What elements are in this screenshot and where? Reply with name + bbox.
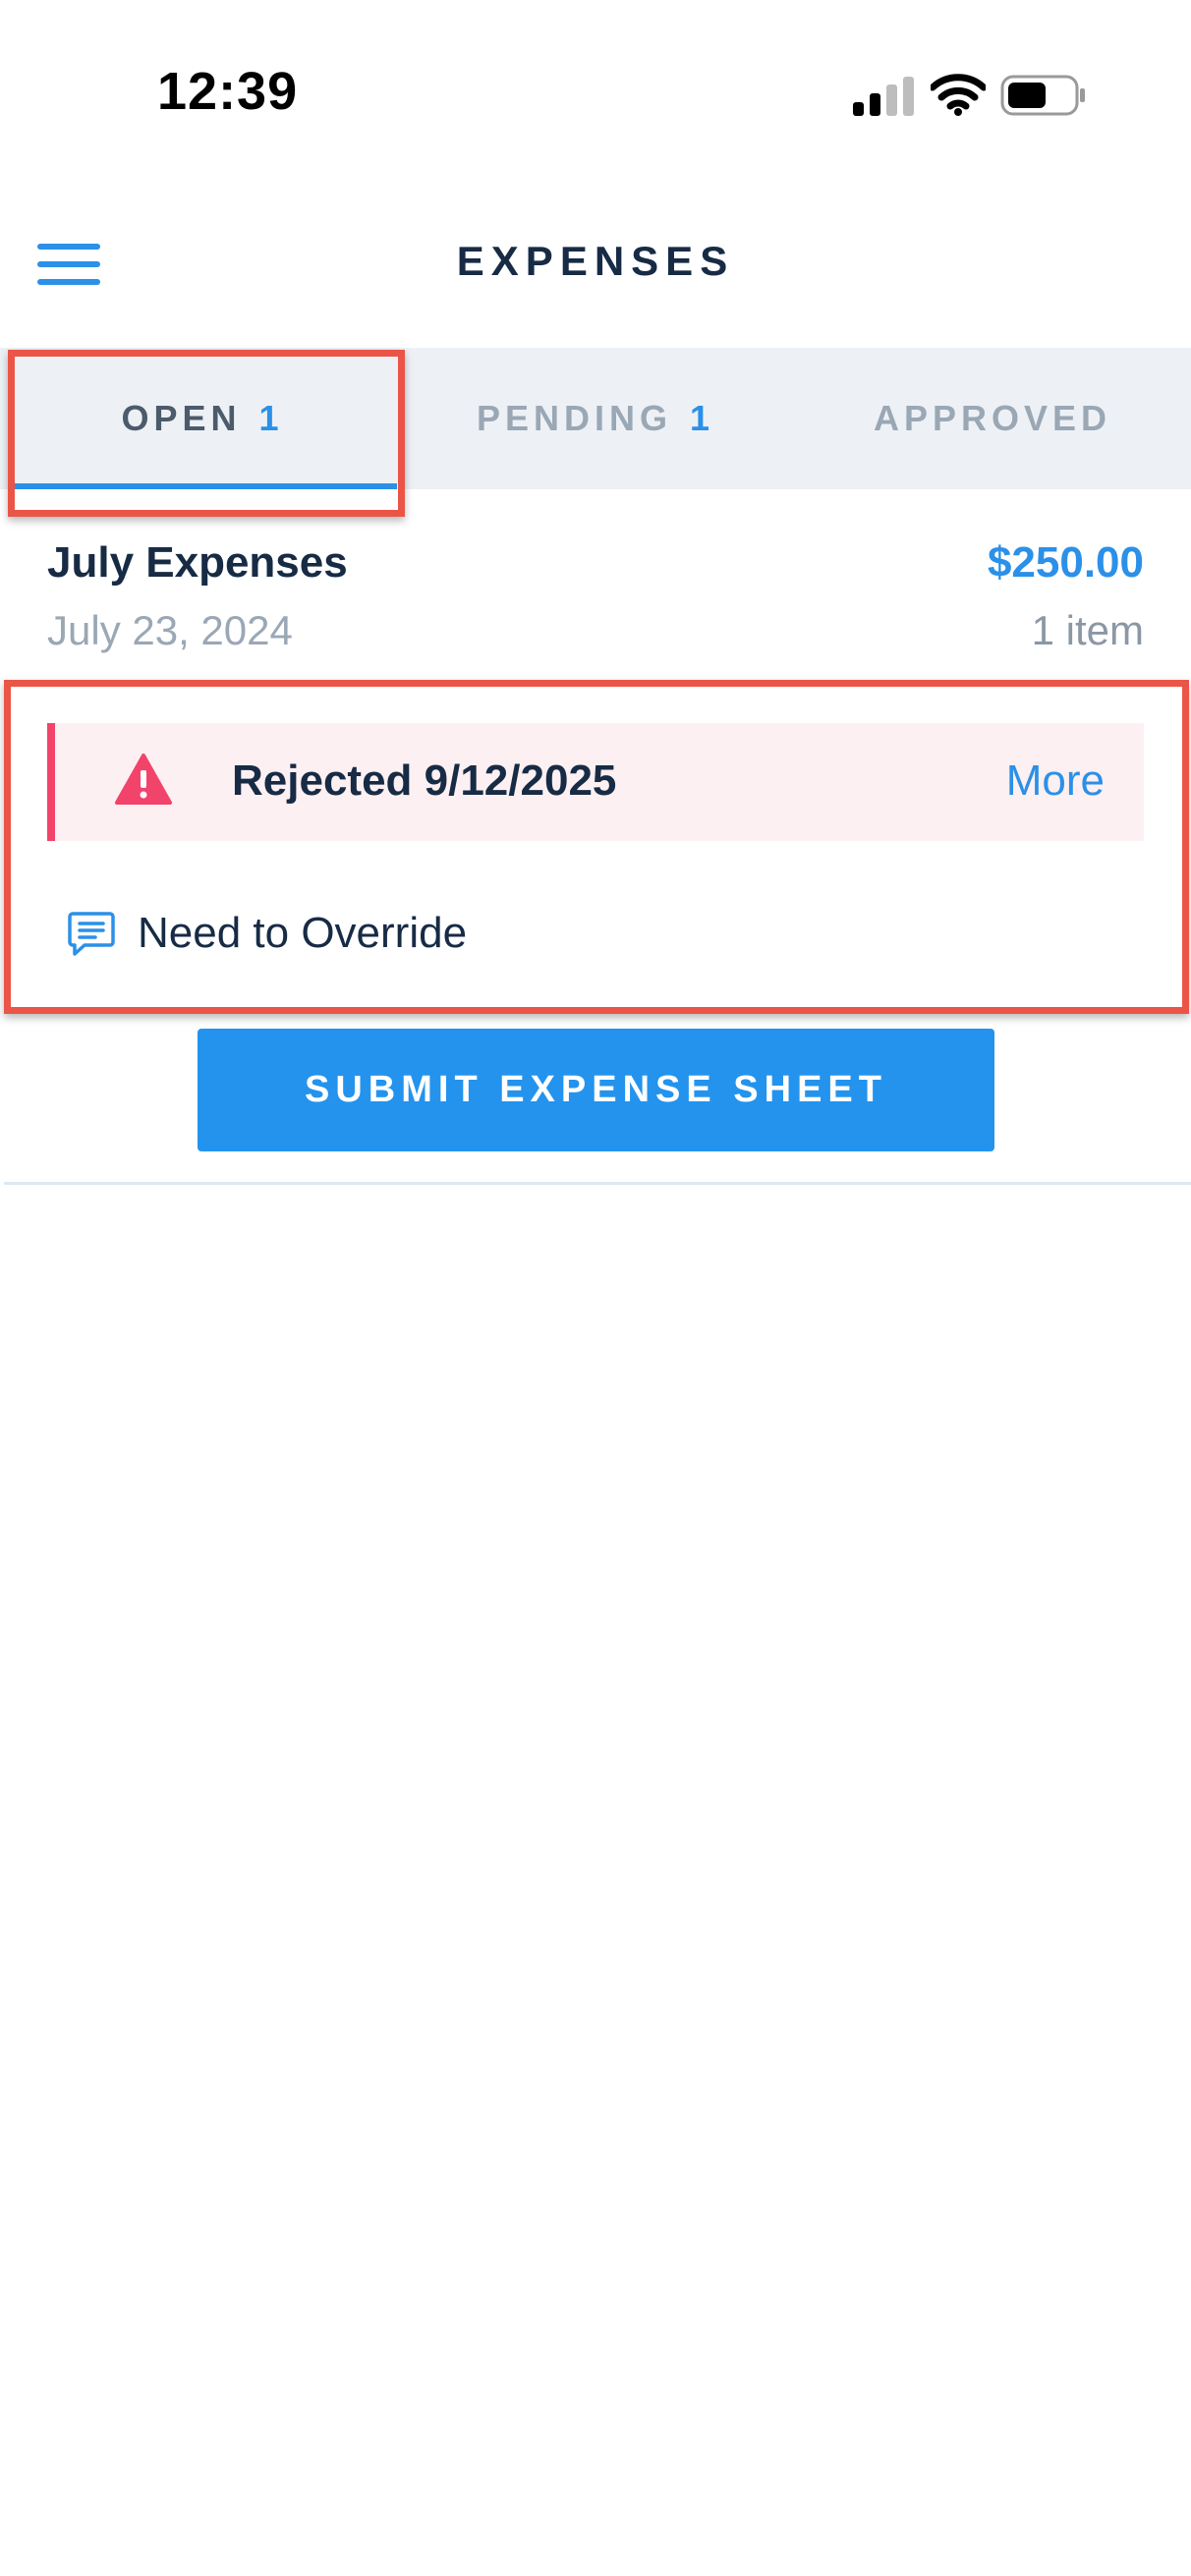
active-tab-indicator [12, 483, 397, 489]
tab-pending[interactable]: PENDING 1 [397, 348, 794, 489]
tab-approved[interactable]: APPROVED [794, 348, 1191, 489]
comment-text: Need to Override [138, 909, 468, 957]
warning-triangle-icon [115, 754, 172, 805]
cellular-signal-icon [853, 77, 914, 116]
expense-sheet-amount: $250.00 [987, 538, 1144, 587]
expense-sheet-name[interactable]: July Expenses [47, 538, 348, 588]
more-link[interactable]: More [1006, 756, 1105, 806]
section-divider [4, 1182, 1191, 1185]
rejection-status: Rejected 9/12/2025 [232, 756, 617, 805]
app-header: EXPENSES [0, 216, 1191, 314]
submit-expense-sheet-button[interactable]: SUBMIT EXPENSE SHEET [198, 1029, 994, 1151]
status-time: 12:39 [157, 62, 299, 121]
wifi-icon [931, 74, 986, 116]
page-title: EXPENSES [456, 238, 735, 284]
tab-approved-label: APPROVED [873, 398, 1112, 438]
chat-bubble-icon [68, 912, 115, 956]
rejection-comment: Need to Override [67, 904, 467, 963]
tab-pending-count: 1 [690, 398, 715, 438]
expense-sheet-date: July 23, 2024 [47, 607, 293, 653]
tab-open-label: OPEN [121, 398, 242, 438]
expense-sheet-item-count: 1 item [1031, 607, 1144, 653]
rejection-notice: Rejected 9/12/2025 More [47, 723, 1144, 841]
tab-pending-label: PENDING [476, 398, 672, 438]
tab-open[interactable]: OPEN 1 [8, 348, 397, 489]
status-bar: 12:39 [0, 0, 1191, 187]
expense-tabs: OPEN 1 PENDING 1 APPROVED [0, 348, 1191, 489]
tab-open-count: 1 [258, 398, 284, 438]
battery-icon [1000, 75, 1085, 116]
